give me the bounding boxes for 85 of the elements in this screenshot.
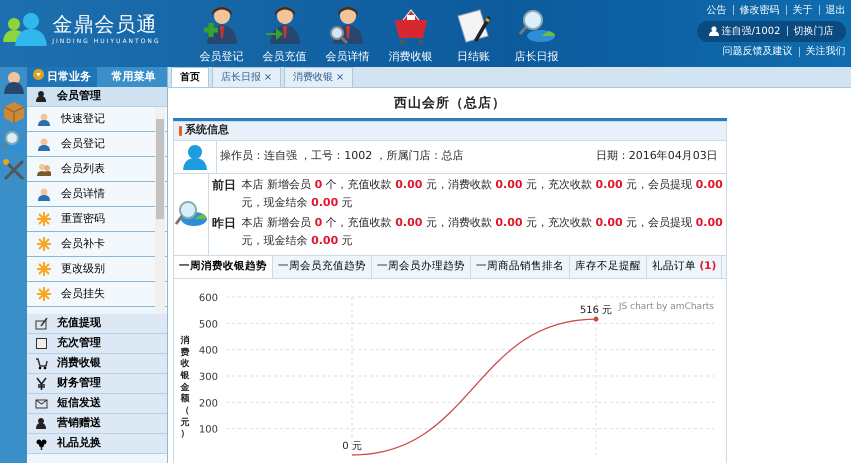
people-logo-icon (2, 12, 47, 48)
toolbar-button[interactable]: 日结账 (442, 0, 505, 66)
day-label: 前日 (212, 177, 236, 194)
data-point (594, 316, 598, 322)
asterisk-icon (37, 287, 51, 301)
dropdown-icon (33, 68, 44, 80)
menu-tab[interactable]: 常用菜单 (97, 67, 167, 87)
header-link[interactable]: 问题反馈及建议 (722, 44, 792, 60)
menu-group[interactable]: 营销赠送 (27, 414, 167, 434)
page-tab[interactable]: 首页 (171, 67, 209, 87)
menu-tab[interactable]: 日常业务 (27, 67, 97, 87)
value-label: 516 元 (580, 305, 612, 316)
toolbar-button[interactable]: 会员登记 (190, 0, 253, 66)
square-icon (35, 336, 49, 350)
day-label: 昨日 (212, 215, 236, 232)
user-icon (708, 26, 719, 36)
y-tick-label: 200 (198, 398, 218, 410)
user-name: 连自强/1002 (722, 24, 780, 38)
asterisk-icon (37, 212, 51, 226)
user-icon (37, 137, 51, 151)
menu-group[interactable]: 消费收银 (27, 354, 167, 374)
tools-icon[interactable] (2, 158, 26, 182)
header-link[interactable]: 修改密码 (740, 2, 780, 18)
users-icon (37, 162, 51, 176)
title-marker (179, 126, 182, 136)
y-tick-label: 500 (198, 319, 218, 330)
chart-credit: JS chart by amCharts (618, 302, 714, 312)
toolbar-button[interactable]: 会员充值 (253, 0, 316, 66)
menu-item[interactable]: 会员登记 (27, 132, 167, 157)
flower-icon (35, 436, 49, 450)
y-tick-label: 600 (198, 292, 218, 304)
scrollbar[interactable] (155, 107, 165, 314)
report-tab[interactable]: 一周消费收银趋势 (174, 256, 273, 278)
edit-icon (35, 316, 49, 330)
box-icon[interactable] (2, 99, 26, 124)
page-title: 西山会所（总店） (393, 94, 507, 113)
envelope-icon (35, 396, 49, 410)
header-link[interactable]: 公告 (706, 2, 726, 18)
menu-group[interactable]: 财务管理 (27, 374, 167, 394)
toolbar-button[interactable]: 会员详情 (316, 0, 379, 66)
asterisk-icon (37, 237, 51, 251)
menu-item[interactable]: 重置密码 (27, 207, 167, 232)
cart-icon (35, 356, 49, 370)
menu-item[interactable]: 会员列表 (27, 157, 167, 182)
person-icon (35, 90, 49, 104)
person-icon (35, 416, 49, 430)
user-icon (37, 112, 51, 126)
section-title: 系统信息 (184, 122, 229, 138)
header-link[interactable]: 退出 (826, 2, 846, 18)
date-info: 日期：2016年04月03日 (596, 148, 719, 164)
page-tab[interactable]: 消费收银 × (284, 67, 354, 87)
y-tick-label: 400 (198, 346, 218, 357)
y-tick-label: 300 (198, 372, 218, 383)
menu-item[interactable]: 快速登记 (27, 107, 167, 132)
value-label: 0 元 (342, 440, 362, 452)
y-axis-label: 消费收银金额（元） (179, 334, 190, 442)
user-icon (37, 187, 51, 201)
menu-group[interactable]: 礼品兑换 (27, 434, 167, 454)
yen-icon (35, 376, 49, 390)
menu-item[interactable]: 会员详情 (27, 182, 167, 207)
stats-text: 本店 新增会员 0 个，充值收款 0.00 元，消费收款 0.00 元，充次收款 0.00 元，会员提现 0.00 元，现金结余 0.00 元 (242, 177, 724, 211)
asterisk-icon (37, 262, 51, 276)
app-name: 金鼎会员通 (52, 14, 158, 34)
menu-item[interactable]: 更改级别 (27, 257, 167, 282)
menu-group[interactable]: 短信发送 (27, 394, 167, 414)
stats-text: 本店 新增会员 0 个，充值收款 0.00 元，消费收款 0.00 元，充次收款 0.00 元，会员提现 0.00 元，现金结余 0.00 元 (242, 215, 724, 249)
menu-item[interactable]: 会员挂失 (27, 282, 167, 307)
close-icon[interactable]: × (336, 72, 344, 83)
operator-info: 操作员：连自强 ，工号：1002 ，所属门店：总店 (220, 148, 464, 164)
man-icon[interactable] (2, 70, 26, 94)
magnifier-icon[interactable] (2, 128, 26, 153)
header-link[interactable]: 关注我们 (806, 44, 846, 60)
menu-group[interactable]: 会员管理 (27, 87, 167, 107)
user-icon (182, 144, 208, 170)
close-icon[interactable]: × (264, 72, 272, 83)
scrollbar-thumb[interactable] (156, 119, 164, 219)
toolbar-button[interactable]: 消费收银 (379, 0, 442, 66)
toolbar-button[interactable]: 店长日报 (505, 0, 568, 66)
menu-group[interactable]: 充次管理 (27, 334, 167, 354)
menu-item[interactable]: 会员补卡 (27, 232, 167, 257)
menu-group[interactable]: 充值提现 (27, 314, 167, 334)
switch-store-link[interactable]: 切换门店 (794, 24, 834, 38)
y-tick-label: 100 (198, 424, 218, 436)
page-tab[interactable]: 店长日报 × (212, 67, 282, 87)
header-link[interactable]: 关于 (792, 2, 812, 18)
